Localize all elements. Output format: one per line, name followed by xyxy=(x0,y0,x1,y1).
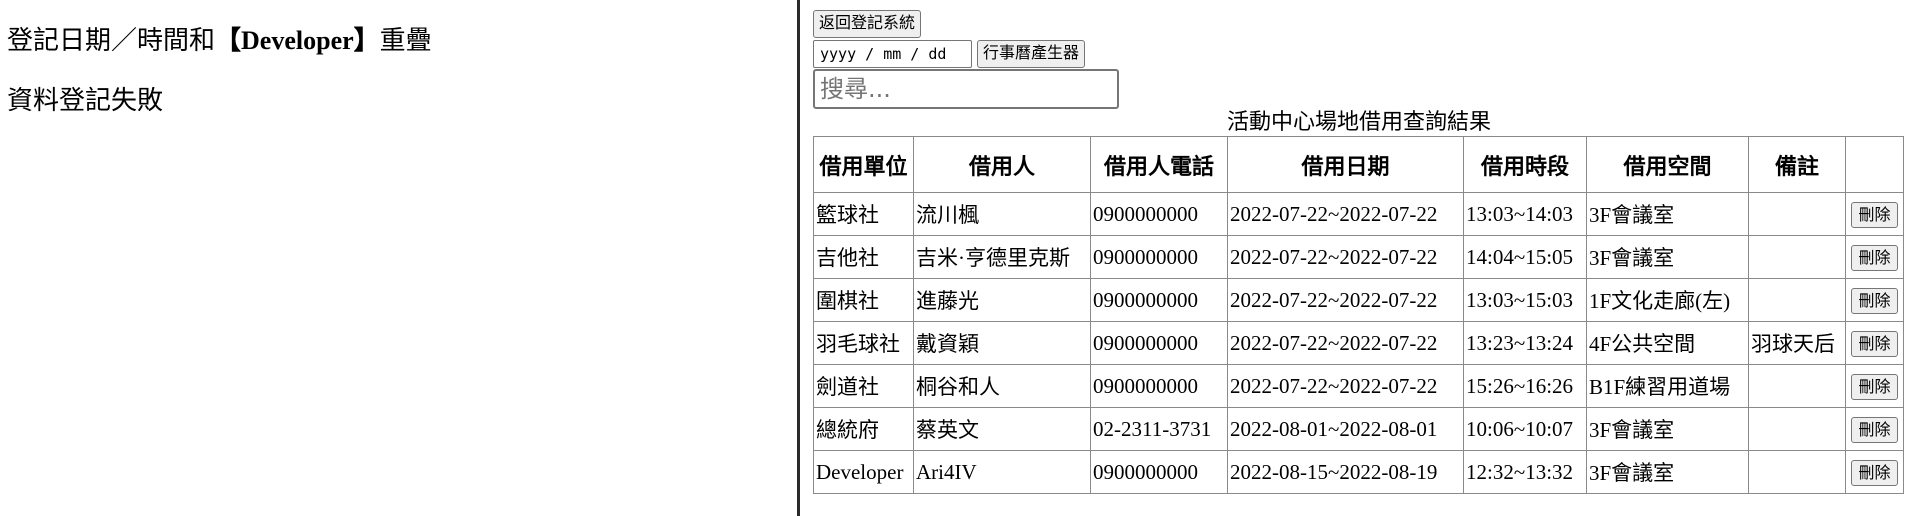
cell-phone: 0900000000 xyxy=(1090,450,1228,494)
cell-date: 2022-07-22~2022-07-22 xyxy=(1227,321,1464,365)
delete-button[interactable]: 刪除 xyxy=(1851,330,1898,357)
delete-button[interactable]: 刪除 xyxy=(1851,244,1898,271)
header-action xyxy=(1845,136,1904,193)
cell-phone: 0900000000 xyxy=(1090,278,1228,322)
header-person: 借用人 xyxy=(913,136,1091,193)
cell-time: 10:06~10:07 xyxy=(1463,407,1587,451)
table-row: Developer Ari4IV 0900000000 2022-08-15~2… xyxy=(813,450,1904,494)
table-row: 吉他社 吉米·亨德里克斯 0900000000 2022-07-22~2022-… xyxy=(813,235,1904,279)
cell-time: 13:03~14:03 xyxy=(1463,192,1587,236)
cell-action: 刪除 xyxy=(1845,407,1904,451)
cell-person: Ari4IV xyxy=(913,450,1091,494)
table-row: 劍道社 桐谷和人 0900000000 2022-07-22~2022-07-2… xyxy=(813,364,1904,408)
cell-date: 2022-08-15~2022-08-19 xyxy=(1227,450,1464,494)
cell-space: 3F會議室 xyxy=(1586,192,1749,236)
cell-person: 桐谷和人 xyxy=(913,364,1091,408)
table-row: 總統府 蔡英文 02-2311-3731 2022-08-01~2022-08-… xyxy=(813,407,1904,451)
cell-unit: 籃球社 xyxy=(813,192,914,236)
header-time: 借用時段 xyxy=(1463,136,1587,193)
cell-unit: 劍道社 xyxy=(813,364,914,408)
cell-date: 2022-08-01~2022-08-01 xyxy=(1227,407,1464,451)
calendar-generator-button[interactable]: 行事曆產生器 xyxy=(977,40,1086,68)
cell-unit: Developer xyxy=(813,450,914,494)
back-to-system-button[interactable]: 返回登記系統 xyxy=(813,10,922,38)
header-space: 借用空間 xyxy=(1586,136,1749,193)
cell-date: 2022-07-22~2022-07-22 xyxy=(1227,278,1464,322)
cell-time: 15:26~16:26 xyxy=(1463,364,1587,408)
query-pane: 返回登記系統 yyyy / mm / dd 行事曆產生器 搜尋... 活動中心場… xyxy=(800,0,1906,516)
table-caption: 活動中心場地借用查詢結果 xyxy=(1226,109,1491,134)
overlap-unit: 【Developer】 xyxy=(215,26,380,55)
bracket-left: 【 xyxy=(215,26,242,55)
cell-phone: 02-2311-3731 xyxy=(1090,407,1228,451)
table-row: 圍棋社 進藤光 0900000000 2022-07-22~2022-07-22… xyxy=(813,278,1904,322)
cell-date: 2022-07-22~2022-07-22 xyxy=(1227,192,1464,236)
cell-person: 戴資穎 xyxy=(913,321,1091,365)
header-note: 備註 xyxy=(1748,136,1846,193)
overlap-error-message: 登記日期／時間和【Developer】重疊 xyxy=(7,20,432,57)
overlap-suffix: 重疊 xyxy=(379,26,432,55)
delete-button[interactable]: 刪除 xyxy=(1851,459,1898,486)
cell-person: 蔡英文 xyxy=(913,407,1091,451)
cell-time: 12:32~13:32 xyxy=(1463,450,1587,494)
search-input[interactable]: 搜尋... xyxy=(813,69,1119,109)
message-pane: 登記日期／時間和【Developer】重疊 資料登記失敗 xyxy=(0,0,796,516)
cell-note xyxy=(1748,192,1846,236)
delete-button[interactable]: 刪除 xyxy=(1851,416,1898,443)
table-row: 籃球社 流川楓 0900000000 2022-07-22~2022-07-22… xyxy=(813,192,1904,236)
cell-phone: 0900000000 xyxy=(1090,364,1228,408)
delete-button[interactable]: 刪除 xyxy=(1851,373,1898,400)
cell-phone: 0900000000 xyxy=(1090,321,1228,365)
delete-button[interactable]: 刪除 xyxy=(1851,201,1898,228)
cell-note xyxy=(1748,278,1846,322)
cell-space: B1F練習用道場 xyxy=(1586,364,1749,408)
cell-person: 吉米·亨德里克斯 xyxy=(913,235,1091,279)
cell-action: 刪除 xyxy=(1845,192,1904,236)
cell-person: 流川楓 xyxy=(913,192,1091,236)
cell-action: 刪除 xyxy=(1845,321,1904,365)
cell-space: 3F會議室 xyxy=(1586,450,1749,494)
cell-action: 刪除 xyxy=(1845,278,1904,322)
cell-time: 13:23~13:24 xyxy=(1463,321,1587,365)
cell-space: 3F會議室 xyxy=(1586,235,1749,279)
cell-action: 刪除 xyxy=(1845,450,1904,494)
cell-action: 刪除 xyxy=(1845,235,1904,279)
booking-table: 借用單位 借用人 借用人電話 借用日期 借用時段 借用空間 備註 籃球社 流川楓… xyxy=(813,136,1904,494)
cell-unit: 羽毛球社 xyxy=(813,321,914,365)
header-unit: 借用單位 xyxy=(813,136,914,193)
cell-note xyxy=(1748,235,1846,279)
cell-action: 刪除 xyxy=(1845,364,1904,408)
cell-date: 2022-07-22~2022-07-22 xyxy=(1227,364,1464,408)
cell-space: 1F文化走廊(左) xyxy=(1586,278,1749,322)
cell-space: 3F會議室 xyxy=(1586,407,1749,451)
cell-space: 4F公共空間 xyxy=(1586,321,1749,365)
cell-phone: 0900000000 xyxy=(1090,192,1228,236)
table-row: 羽毛球社 戴資穎 0900000000 2022-07-22~2022-07-2… xyxy=(813,321,1904,365)
cell-unit: 圍棋社 xyxy=(813,278,914,322)
cell-note xyxy=(1748,407,1846,451)
cell-unit: 吉他社 xyxy=(813,235,914,279)
header-phone: 借用人電話 xyxy=(1090,136,1228,193)
cell-person: 進藤光 xyxy=(913,278,1091,322)
cell-unit: 總統府 xyxy=(813,407,914,451)
date-input[interactable]: yyyy / mm / dd xyxy=(813,40,972,68)
cell-time: 14:04~15:05 xyxy=(1463,235,1587,279)
failure-message: 資料登記失敗 xyxy=(7,86,164,115)
cell-date: 2022-07-22~2022-07-22 xyxy=(1227,235,1464,279)
cell-note xyxy=(1748,450,1846,494)
cell-time: 13:03~15:03 xyxy=(1463,278,1587,322)
cell-note xyxy=(1748,364,1846,408)
header-date: 借用日期 xyxy=(1227,136,1464,193)
delete-button[interactable]: 刪除 xyxy=(1851,287,1898,314)
bracket-right: 】 xyxy=(353,26,380,55)
table-header-row: 借用單位 借用人 借用人電話 借用日期 借用時段 借用空間 備註 xyxy=(813,136,1904,193)
cell-note: 羽球天后 xyxy=(1748,321,1846,365)
overlap-prefix: 登記日期／時間和 xyxy=(7,26,216,55)
overlap-unit-name: Developer xyxy=(241,26,354,55)
cell-phone: 0900000000 xyxy=(1090,235,1228,279)
